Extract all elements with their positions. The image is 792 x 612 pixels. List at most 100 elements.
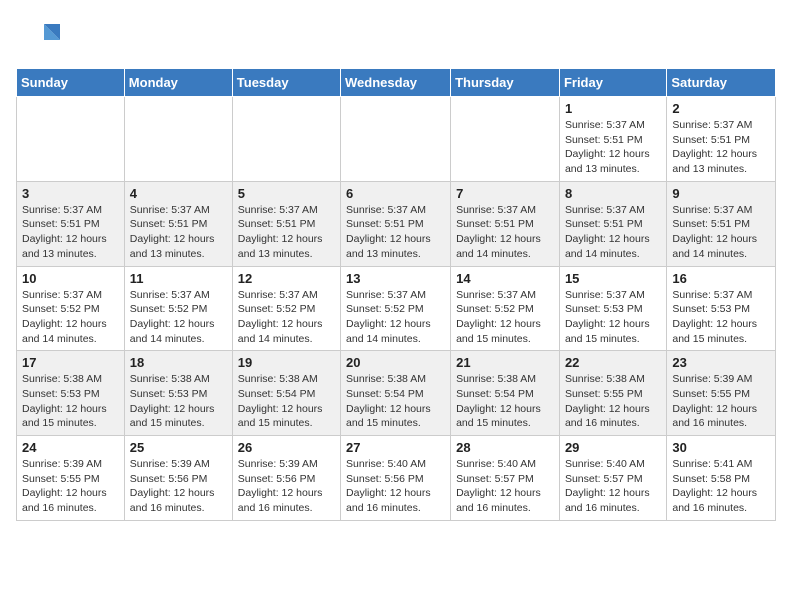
day-number: 27 [346,440,445,455]
day-cell: 24 Sunrise: 5:39 AM Sunset: 5:55 PM Dayli… [17,436,125,521]
day-number: 13 [346,271,445,286]
day-cell [17,97,125,182]
day-info: Sunrise: 5:39 AM Sunset: 5:56 PM Dayligh… [130,457,227,516]
day-number: 26 [238,440,335,455]
day-info: Sunrise: 5:37 AM Sunset: 5:52 PM Dayligh… [22,288,119,347]
day-info: Sunrise: 5:37 AM Sunset: 5:51 PM Dayligh… [565,118,661,177]
day-number: 4 [130,186,227,201]
day-info: Sunrise: 5:37 AM Sunset: 5:52 PM Dayligh… [130,288,227,347]
week-row-3: 17 Sunrise: 5:38 AM Sunset: 5:53 PM Dayli… [17,351,776,436]
day-info: Sunrise: 5:38 AM Sunset: 5:54 PM Dayligh… [346,372,445,431]
day-info: Sunrise: 5:39 AM Sunset: 5:55 PM Dayligh… [22,457,119,516]
day-cell: 16 Sunrise: 5:37 AM Sunset: 5:53 PM Dayli… [667,266,776,351]
day-cell: 1 Sunrise: 5:37 AM Sunset: 5:51 PM Daylig… [559,97,666,182]
day-number: 28 [456,440,554,455]
day-cell [451,97,560,182]
day-cell: 25 Sunrise: 5:39 AM Sunset: 5:56 PM Dayli… [124,436,232,521]
header-day-saturday: Saturday [667,69,776,97]
day-number: 30 [672,440,770,455]
day-number: 1 [565,101,661,116]
day-number: 21 [456,355,554,370]
day-number: 8 [565,186,661,201]
week-row-2: 10 Sunrise: 5:37 AM Sunset: 5:52 PM Dayli… [17,266,776,351]
day-number: 29 [565,440,661,455]
day-info: Sunrise: 5:37 AM Sunset: 5:52 PM Dayligh… [456,288,554,347]
day-cell [341,97,451,182]
day-number: 10 [22,271,119,286]
day-cell: 22 Sunrise: 5:38 AM Sunset: 5:55 PM Dayli… [559,351,666,436]
header-day-wednesday: Wednesday [341,69,451,97]
day-info: Sunrise: 5:38 AM Sunset: 5:54 PM Dayligh… [238,372,335,431]
day-info: Sunrise: 5:37 AM Sunset: 5:53 PM Dayligh… [565,288,661,347]
week-row-1: 3Sunrise: 5:37 AM Sunset: 5:51 PM Daylig… [17,181,776,266]
day-cell: 29 Sunrise: 5:40 AM Sunset: 5:57 PM Dayli… [559,436,666,521]
day-cell: 10 Sunrise: 5:37 AM Sunset: 5:52 PM Dayli… [17,266,125,351]
day-number: 9 [672,186,770,201]
calendar-table: SundayMondayTuesdayWednesdayThursdayFrid… [16,68,776,521]
day-number: 16 [672,271,770,286]
day-info: Sunrise: 5:39 AM Sunset: 5:55 PM Dayligh… [672,372,770,431]
day-cell: 11 Sunrise: 5:37 AM Sunset: 5:52 PM Dayli… [124,266,232,351]
day-cell: 26 Sunrise: 5:39 AM Sunset: 5:56 PM Dayli… [232,436,340,521]
day-cell: 27 Sunrise: 5:40 AM Sunset: 5:56 PM Dayli… [341,436,451,521]
day-cell: 3Sunrise: 5:37 AM Sunset: 5:51 PM Daylig… [17,181,125,266]
day-cell: 12 Sunrise: 5:37 AM Sunset: 5:52 PM Dayli… [232,266,340,351]
day-info: Sunrise: 5:37 AM Sunset: 5:52 PM Dayligh… [346,288,445,347]
header-day-sunday: Sunday [17,69,125,97]
day-number: 17 [22,355,119,370]
day-info: Sunrise: 5:38 AM Sunset: 5:53 PM Dayligh… [22,372,119,431]
header-day-monday: Monday [124,69,232,97]
day-info: Sunrise: 5:37 AM Sunset: 5:51 PM Dayligh… [238,203,335,262]
day-info: Sunrise: 5:37 AM Sunset: 5:51 PM Dayligh… [130,203,227,262]
day-cell: 18Sunrise: 5:38 AM Sunset: 5:53 PM Dayli… [124,351,232,436]
day-number: 25 [130,440,227,455]
day-number: 24 [22,440,119,455]
day-cell: 19 Sunrise: 5:38 AM Sunset: 5:54 PM Dayli… [232,351,340,436]
day-number: 19 [238,355,335,370]
day-cell: 21 Sunrise: 5:38 AM Sunset: 5:54 PM Dayli… [451,351,560,436]
day-cell: 4 Sunrise: 5:37 AM Sunset: 5:51 PM Daylig… [124,181,232,266]
day-number: 6 [346,186,445,201]
day-info: Sunrise: 5:37 AM Sunset: 5:51 PM Dayligh… [456,203,554,262]
day-info: Sunrise: 5:38 AM Sunset: 5:54 PM Dayligh… [456,372,554,431]
day-number: 23 [672,355,770,370]
day-info: Sunrise: 5:39 AM Sunset: 5:56 PM Dayligh… [238,457,335,516]
day-number: 22 [565,355,661,370]
day-cell: 23 Sunrise: 5:39 AM Sunset: 5:55 PM Dayli… [667,351,776,436]
day-info: Sunrise: 5:37 AM Sunset: 5:51 PM Dayligh… [672,118,770,177]
day-cell: 7 Sunrise: 5:37 AM Sunset: 5:51 PM Daylig… [451,181,560,266]
day-number: 18 [130,355,227,370]
day-cell: 5Sunrise: 5:37 AM Sunset: 5:51 PM Daylig… [232,181,340,266]
calendar-header: SundayMondayTuesdayWednesdayThursdayFrid… [17,69,776,97]
day-cell: 6Sunrise: 5:37 AM Sunset: 5:51 PM Daylig… [341,181,451,266]
day-cell [124,97,232,182]
day-info: Sunrise: 5:37 AM Sunset: 5:52 PM Dayligh… [238,288,335,347]
day-number: 12 [238,271,335,286]
header-day-tuesday: Tuesday [232,69,340,97]
day-info: Sunrise: 5:37 AM Sunset: 5:51 PM Dayligh… [565,203,661,262]
day-info: Sunrise: 5:38 AM Sunset: 5:55 PM Dayligh… [565,372,661,431]
day-info: Sunrise: 5:37 AM Sunset: 5:53 PM Dayligh… [672,288,770,347]
day-info: Sunrise: 5:37 AM Sunset: 5:51 PM Dayligh… [672,203,770,262]
day-cell: 13 Sunrise: 5:37 AM Sunset: 5:52 PM Dayli… [341,266,451,351]
header-day-thursday: Thursday [451,69,560,97]
day-number: 20 [346,355,445,370]
day-info: Sunrise: 5:37 AM Sunset: 5:51 PM Dayligh… [22,203,119,262]
day-cell: 20 Sunrise: 5:38 AM Sunset: 5:54 PM Dayli… [341,351,451,436]
week-row-0: 1 Sunrise: 5:37 AM Sunset: 5:51 PM Daylig… [17,97,776,182]
day-number: 11 [130,271,227,286]
week-row-4: 24 Sunrise: 5:39 AM Sunset: 5:55 PM Dayli… [17,436,776,521]
day-cell: 17 Sunrise: 5:38 AM Sunset: 5:53 PM Dayli… [17,351,125,436]
day-number: 2 [672,101,770,116]
day-cell: 15Sunrise: 5:37 AM Sunset: 5:53 PM Dayli… [559,266,666,351]
day-cell: 9 Sunrise: 5:37 AM Sunset: 5:51 PM Daylig… [667,181,776,266]
day-info: Sunrise: 5:41 AM Sunset: 5:58 PM Dayligh… [672,457,770,516]
day-cell: 8 Sunrise: 5:37 AM Sunset: 5:51 PM Daylig… [559,181,666,266]
day-cell: 14Sunrise: 5:37 AM Sunset: 5:52 PM Dayli… [451,266,560,351]
day-cell: 30 Sunrise: 5:41 AM Sunset: 5:58 PM Dayli… [667,436,776,521]
day-info: Sunrise: 5:40 AM Sunset: 5:56 PM Dayligh… [346,457,445,516]
day-info: Sunrise: 5:40 AM Sunset: 5:57 PM Dayligh… [565,457,661,516]
day-number: 7 [456,186,554,201]
calendar-body: 1 Sunrise: 5:37 AM Sunset: 5:51 PM Daylig… [17,97,776,521]
day-info: Sunrise: 5:40 AM Sunset: 5:57 PM Dayligh… [456,457,554,516]
